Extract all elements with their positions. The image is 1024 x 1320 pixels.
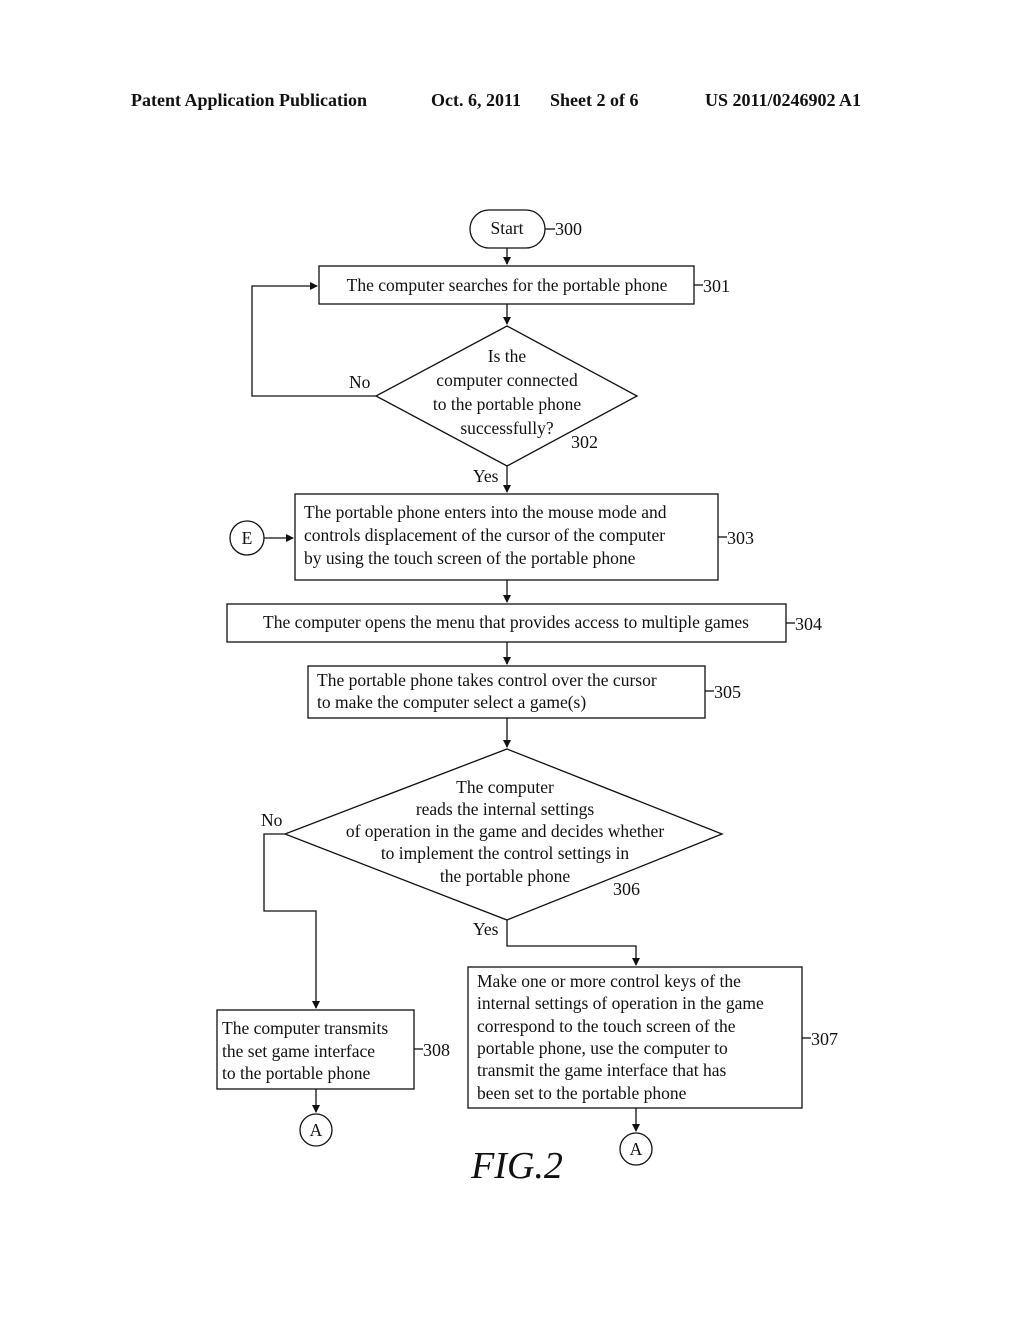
decision-306-yes-label: Yes xyxy=(473,919,499,939)
ref-304: 304 xyxy=(795,614,822,634)
connector-e-label: E xyxy=(242,528,253,548)
step-307-line: been set to the portable phone xyxy=(477,1083,687,1103)
decision-306-line: reads the internal settings xyxy=(416,799,595,819)
step-308-line: to the portable phone xyxy=(222,1063,370,1083)
decision-302-line: Is the xyxy=(488,346,527,366)
step-303-line: The portable phone enters into the mouse… xyxy=(304,502,667,522)
decision-306-line: to implement the control settings in xyxy=(381,843,630,863)
decision-306-line: the portable phone xyxy=(440,866,570,886)
connector-a-right-label: A xyxy=(630,1139,643,1159)
decision-302-line: successfully? xyxy=(460,418,554,438)
step-303-line: by using the touch screen of the portabl… xyxy=(304,548,636,568)
step-303-line: controls displacement of the cursor of t… xyxy=(304,525,665,545)
step-307-line: Make one or more control keys of the xyxy=(477,971,741,991)
step-307-line: internal settings of operation in the ga… xyxy=(477,993,764,1013)
decision-302-yes-label: Yes xyxy=(473,466,499,486)
ref-308: 308 xyxy=(423,1040,450,1060)
decision-302-no-label: No xyxy=(349,372,371,392)
step-304-text: The computer opens the menu that provide… xyxy=(263,612,749,632)
ref-300: 300 xyxy=(555,219,582,239)
ref-303: 303 xyxy=(727,528,754,548)
decision-306-line: The computer xyxy=(456,777,554,797)
step-307-line: portable phone, use the computer to xyxy=(477,1038,728,1058)
arrow-306-yes xyxy=(506,920,640,966)
ref-306: 306 xyxy=(613,879,640,899)
arrow-306-no xyxy=(263,833,320,1009)
decision-302-line: to the portable phone xyxy=(433,394,581,414)
step-305-line: The portable phone takes control over th… xyxy=(317,670,657,690)
ref-305: 305 xyxy=(714,682,741,702)
step-305-line: to make the computer select a game(s) xyxy=(317,692,586,712)
step-307-line: correspond to the touch screen of the xyxy=(477,1016,736,1036)
step-308-line: the set game interface xyxy=(222,1041,375,1061)
flowchart: Start 300 The computer searches for the … xyxy=(216,209,838,1187)
connector-a-left-label: A xyxy=(310,1120,323,1140)
decision-302-line: computer connected xyxy=(436,370,578,390)
start-label: Start xyxy=(490,218,523,238)
decision-306-line: of operation in the game and decides whe… xyxy=(346,821,664,841)
step-301-text: The computer searches for the portable p… xyxy=(347,275,668,295)
figure-label: FIG.2 xyxy=(470,1145,563,1187)
ref-301: 301 xyxy=(703,276,730,296)
ref-302: 302 xyxy=(571,432,598,452)
step-308-line: The computer transmits xyxy=(222,1018,388,1038)
decision-306-no-label: No xyxy=(261,810,283,830)
step-307-line: transmit the game interface that has xyxy=(477,1060,726,1080)
ref-307: 307 xyxy=(811,1029,838,1049)
